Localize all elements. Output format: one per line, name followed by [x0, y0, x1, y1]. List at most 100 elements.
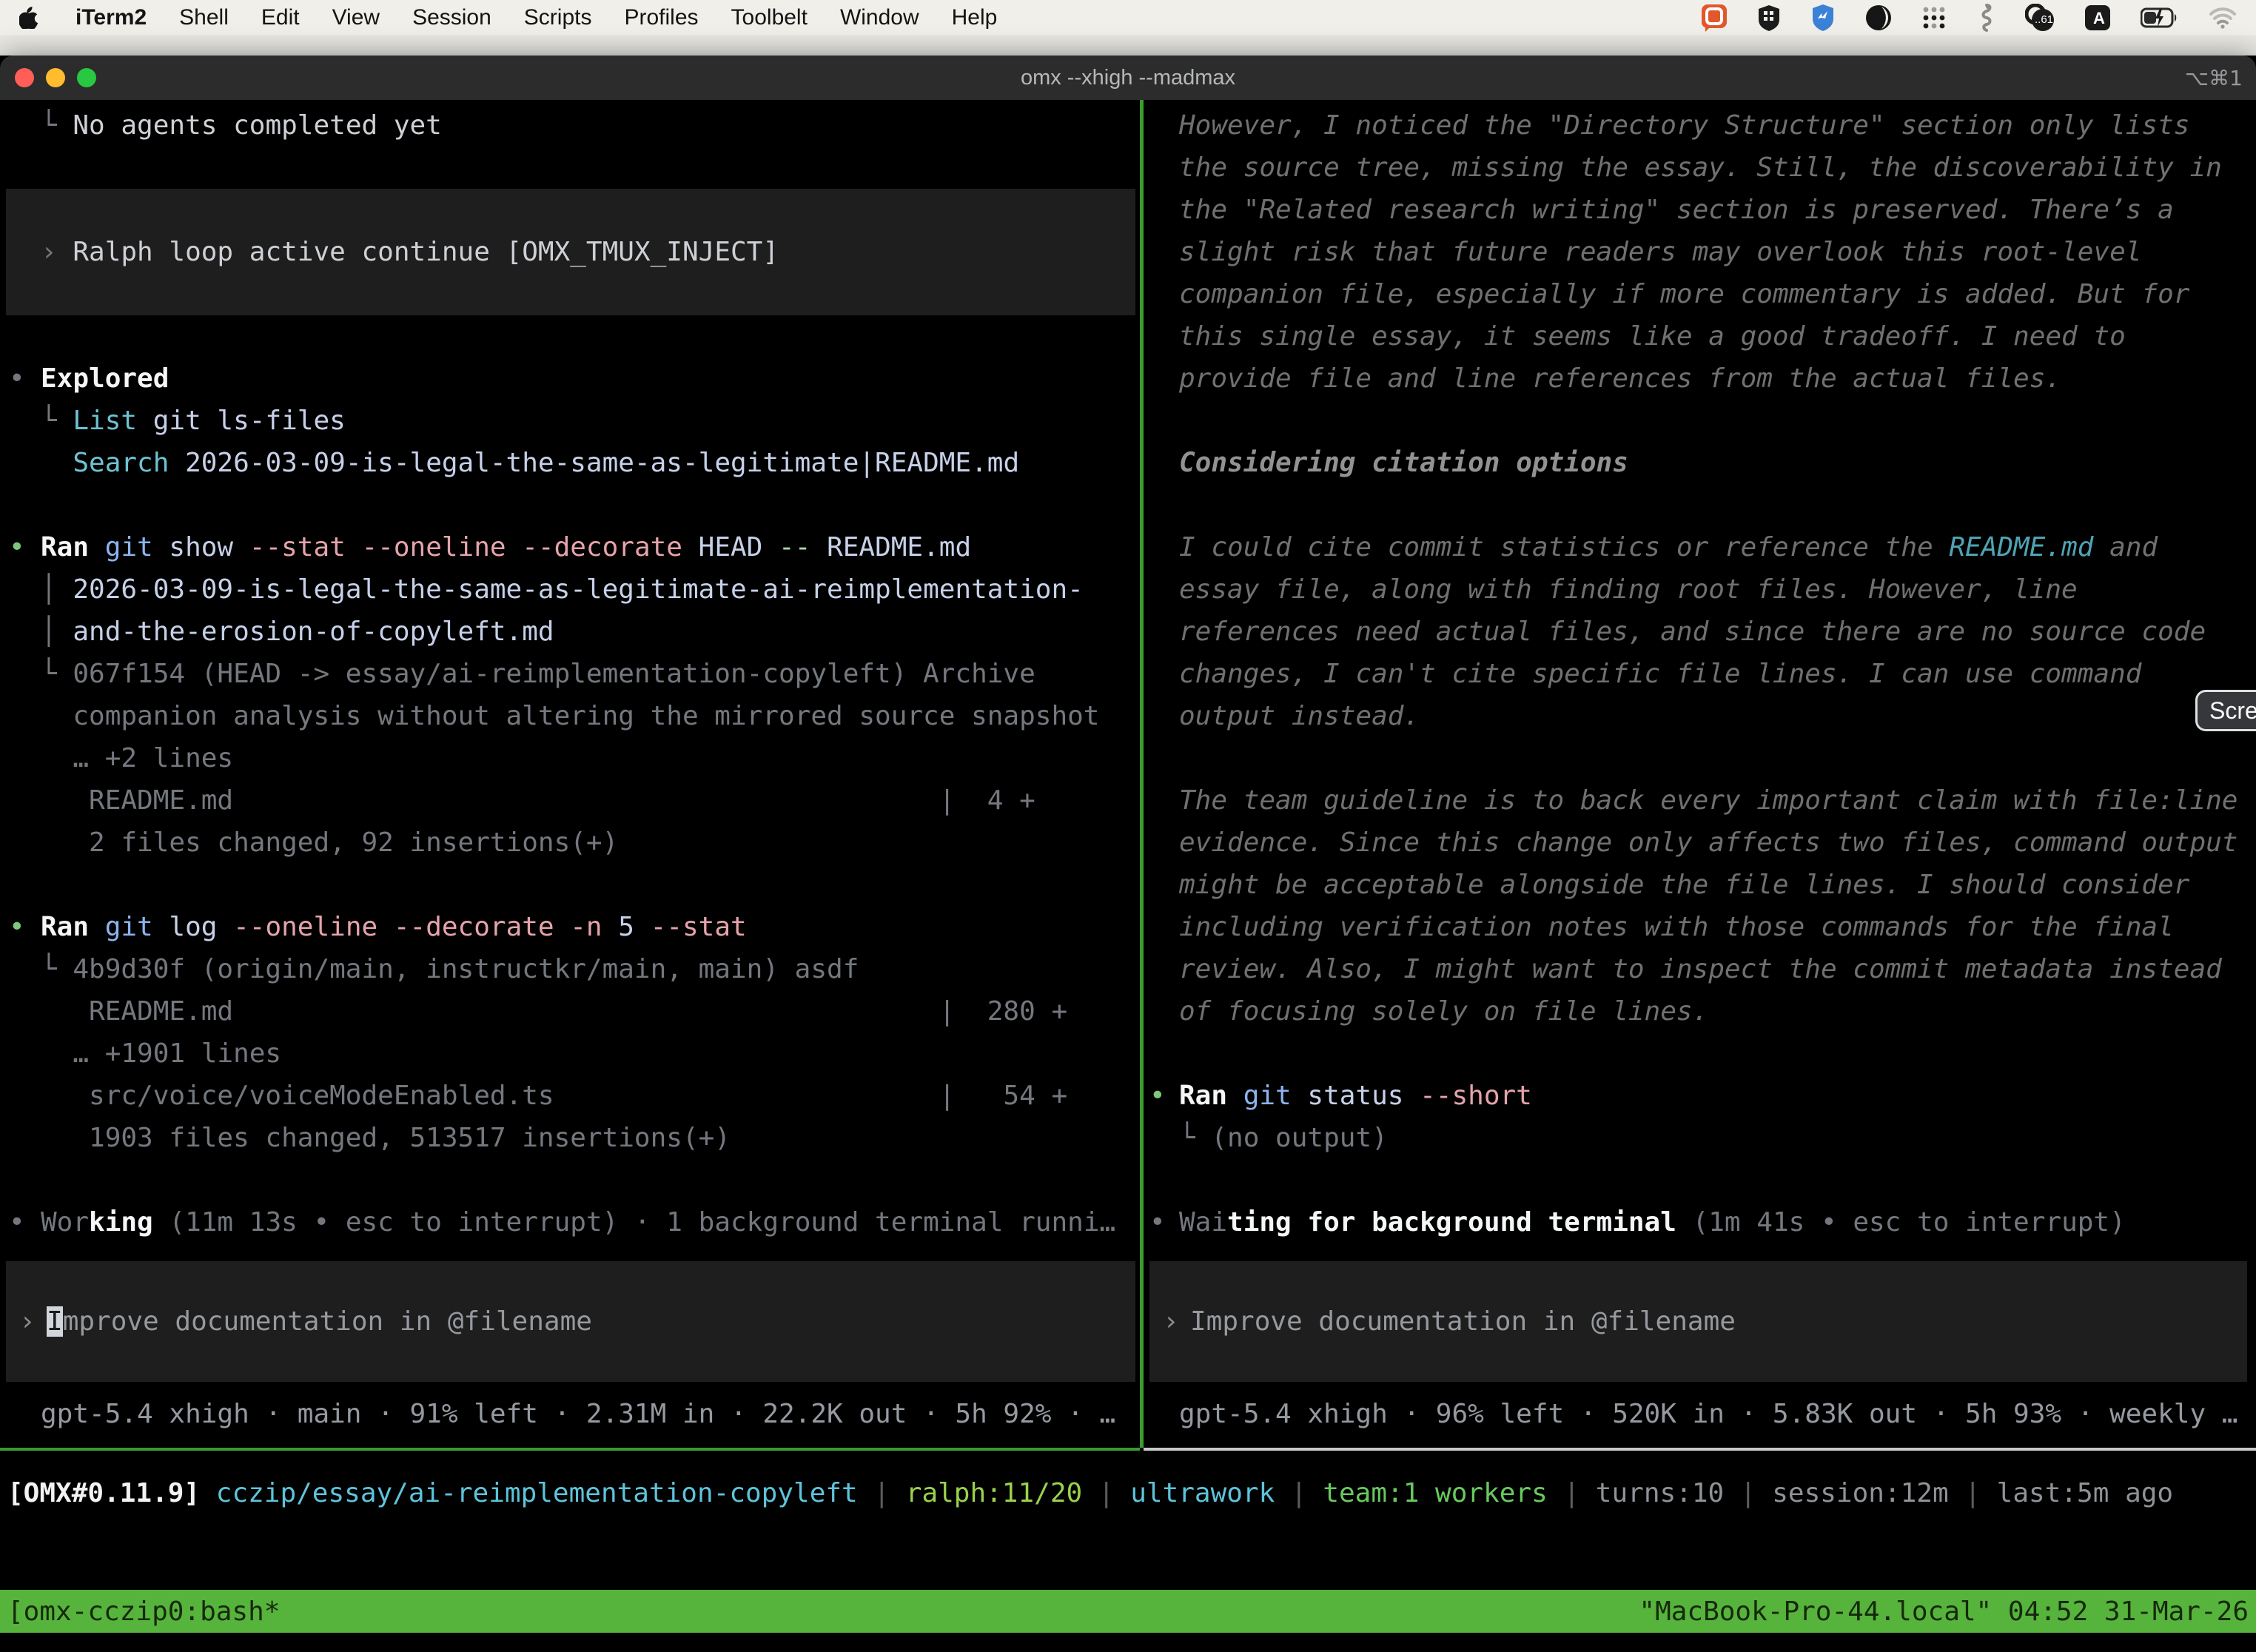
- left-pane[interactable]: └ No agents completed yet › Ralph loop ac…: [0, 100, 1140, 1448]
- input-text: Improve documentation in @filename: [1190, 1306, 1736, 1337]
- menu-items: iTerm2 Shell Edit View Session Scripts Profile…: [75, 5, 997, 30]
- menu-item[interactable]: Profiles: [624, 5, 698, 30]
- terminal-line: › Ralph loop active continue [OMX_TMUX_I…: [41, 237, 779, 267]
- prompt-chevron-icon: ›: [19, 1306, 47, 1337]
- terminal-line: •Working (11m 13s • esc to interrupt) · …: [41, 1201, 1140, 1243]
- grid-dots-icon[interactable]: [1921, 4, 1947, 31]
- chat-app-icon[interactable]: [1701, 4, 1728, 31]
- menu-item[interactable]: iTerm2: [75, 5, 147, 30]
- menu-item[interactable]: Session: [412, 5, 491, 30]
- title-bar: omx --xhigh --madmax ⌥⌘1: [0, 56, 2256, 100]
- battery-icon[interactable]: [2141, 4, 2179, 31]
- vpn-shield-icon[interactable]: [1810, 4, 1836, 31]
- menu-item[interactable]: Scripts: [524, 5, 592, 30]
- terminal-line: this single essay, it seems like a good …: [1179, 315, 2256, 357]
- tmux-status-bar: [omx-cczip0:bash* "MacBook-Pro-44.local"…: [0, 1590, 2256, 1633]
- menu-item[interactable]: View: [332, 5, 380, 30]
- terminal-line: The team guideline is to back every impo…: [1179, 779, 2256, 822]
- terminal-line: 2 files changed, 92 insertions(+): [41, 822, 1140, 864]
- tmux-session-window[interactable]: [omx-cczip0:bash*: [7, 1596, 280, 1627]
- timer-badge-label: ..61: [2035, 13, 2053, 26]
- terminal-line: 1903 files changed, 513517 insertions(+): [41, 1117, 1140, 1159]
- bullet-icon: •: [1149, 1075, 1166, 1117]
- terminal-line: [1179, 484, 2256, 526]
- prompt-chevron-icon: ›: [1163, 1306, 1190, 1337]
- timer-badge-icon[interactable]: ..61: [2025, 4, 2055, 31]
- zoom-button[interactable]: [77, 68, 96, 87]
- terminal-line: [1179, 1032, 2256, 1075]
- terminal-line: │ 2026-03-09-is-legal-the-same-as-legiti…: [41, 568, 1140, 611]
- menu-item[interactable]: Toolbelt: [731, 5, 808, 30]
- terminal-line: Search 2026-03-09-is-legal-the-same-as-l…: [41, 442, 1140, 484]
- menu-item[interactable]: Edit: [261, 5, 300, 30]
- close-button[interactable]: [15, 68, 34, 87]
- tmux-host-clock: "MacBook-Pro-44.local" 04:52 31-Mar-26: [1639, 1596, 2249, 1627]
- terminal-line: │ and-the-erosion-of-copyleft.md: [41, 611, 1140, 653]
- terminal-line: I could cite commit statistics or refere…: [1179, 526, 2256, 568]
- menu-item[interactable]: Window: [840, 5, 919, 30]
- right-pane-bottom-border: [1144, 1448, 2256, 1451]
- terminal-line: provide file and line references from th…: [1179, 357, 2256, 400]
- terminal-line: review. Also, I might want to inspect th…: [1179, 948, 2256, 990]
- right-pane-scrollback: However, I noticed the "Directory Struct…: [1144, 104, 2256, 1243]
- text-cursor: I: [47, 1306, 63, 1337]
- bullet-icon: •: [9, 1201, 25, 1243]
- terminal-line: [1179, 400, 2256, 442]
- terminal-line: [41, 864, 1140, 906]
- left-pane-scrollback: └ No agents completed yet › Ralph loop ac…: [0, 104, 1140, 1243]
- terminal-line: … +1901 lines: [41, 1032, 1140, 1075]
- menu-item[interactable]: Shell: [179, 5, 229, 30]
- terminal-line: [41, 484, 1140, 526]
- terminal-line: output instead.: [1179, 695, 2256, 737]
- window-shortcut: ⌥⌘1: [2185, 66, 2243, 90]
- omx-ralph-counter: ralph:11/20: [906, 1478, 1082, 1508]
- minimize-button[interactable]: [46, 68, 65, 87]
- terminal-line: └ No agents completed yet: [41, 104, 1140, 147]
- terminal: └ No agents completed yet › Ralph loop ac…: [0, 100, 2256, 1652]
- omx-ultrawork-flag: ultrawork: [1130, 1478, 1275, 1508]
- omx-status-line: [OMX#0.11.9] cczip/essay/ai-reimplementa…: [7, 1478, 2256, 1508]
- right-prompt-input[interactable]: ›Improve documentation in @filename: [1149, 1261, 2247, 1382]
- omx-version: [OMX#0.11.9]: [7, 1478, 200, 1508]
- apple-icon[interactable]: [19, 7, 38, 29]
- bullet-icon: •: [9, 526, 25, 568]
- iterm-window: omx --xhigh --madmax ⌥⌘1 └ No agents com…: [0, 56, 2256, 1652]
- terminal-line: including verification notes with those …: [1179, 906, 2256, 948]
- pane-divider[interactable]: [1140, 100, 1144, 1448]
- menu-item[interactable]: Help: [952, 5, 998, 30]
- terminal-line: README.md | 280 +: [41, 990, 1140, 1032]
- right-pane[interactable]: However, I noticed the "Directory Struct…: [1144, 100, 2256, 1448]
- terminal-line: src/voice/voiceModeEnabled.ts | 54 +: [41, 1075, 1140, 1117]
- keyboard-layout-icon[interactable]: A: [2084, 4, 2111, 31]
- terminal-line: •Explored: [41, 357, 1140, 400]
- terminal-line: └ (no output): [1179, 1117, 2256, 1159]
- keyboard-layout-label: A: [2093, 9, 2105, 28]
- omx-branch-path: cczip/essay/ai-reimplementation-copyleft: [200, 1478, 858, 1508]
- terminal-line: └ List git ls-files: [41, 400, 1140, 442]
- injected-prompt-box: › Ralph loop active continue [OMX_TMUX_I…: [6, 189, 1135, 315]
- terminal-line: changes, I can't cite specific file line…: [1179, 653, 2256, 695]
- terminal-line: companion analysis without altering the …: [41, 695, 1140, 737]
- bullet-icon: •: [1149, 1201, 1166, 1243]
- omx-turns: turns:10: [1596, 1478, 1724, 1508]
- left-prompt-input[interactable]: ›Improve documentation in @filename: [6, 1261, 1135, 1382]
- terminal-line: [1179, 1159, 2256, 1201]
- terminal-line: the source tree, missing the essay. Stil…: [1179, 147, 2256, 189]
- menu-bar: iTerm2 Shell Edit View Session Scripts Profile…: [0, 0, 2256, 36]
- shield-grid-icon[interactable]: [1757, 4, 1781, 31]
- screen-tooltip: Scre: [2195, 690, 2256, 731]
- terminal-line: •Waiting for background terminal (1m 41s…: [1179, 1201, 2256, 1243]
- terminal-line: might be acceptable alongside the file l…: [1179, 864, 2256, 906]
- terminal-line: … +2 lines: [41, 737, 1140, 779]
- moon-disk-icon[interactable]: [1865, 4, 1892, 31]
- dragon-icon[interactable]: [1976, 4, 1995, 31]
- wifi-icon[interactable]: [2209, 4, 2237, 31]
- right-model-status: gpt-5.4 xhigh · 96% left · 520K in · 5.8…: [1179, 1399, 2237, 1429]
- terminal-line: of focusing solely on file lines.: [1179, 990, 2256, 1032]
- terminal-line: essay file, along with finding root file…: [1179, 568, 2256, 611]
- terminal-line: [1179, 737, 2256, 779]
- terminal-line: [41, 147, 1140, 189]
- terminal-line: companion file, especially if more comme…: [1179, 273, 2256, 315]
- terminal-line: evidence. Since this change only affects…: [1179, 822, 2256, 864]
- terminal-line: └ 4b9d30f (origin/main, instructkr/main,…: [41, 948, 1140, 990]
